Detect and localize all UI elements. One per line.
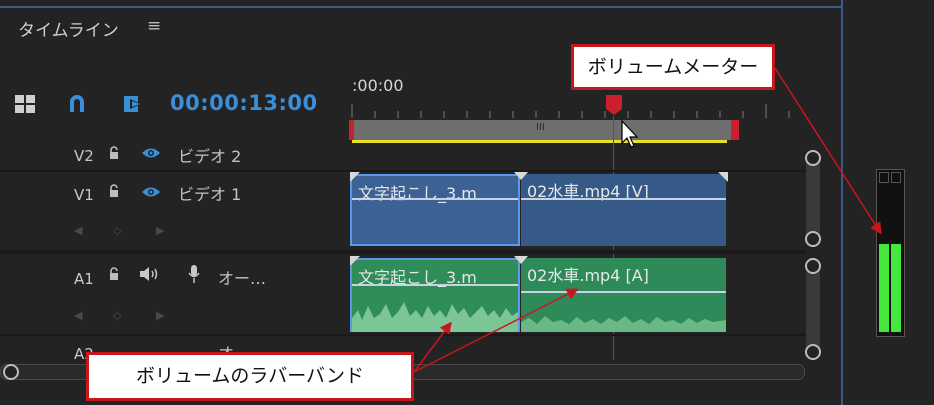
lock-icon[interactable] <box>108 184 120 198</box>
clip-start-marker-icon <box>350 256 360 266</box>
volume-rubber-band[interactable] <box>352 284 518 286</box>
panel-focus-border-right <box>841 0 843 405</box>
callout-rubber-band: ボリュームのラバーバンド <box>86 352 414 401</box>
panel-focus-border <box>0 6 843 8</box>
video-clip[interactable]: 文字起こし_3.m <box>350 174 520 246</box>
add-keyframe-icon[interactable]: ◇ <box>113 309 121 322</box>
insert-sequence-icon[interactable] <box>14 94 36 114</box>
eye-icon[interactable] <box>141 185 161 199</box>
eye-icon[interactable] <box>141 146 161 160</box>
video-clip[interactable]: 02水車.mp4 [V] <box>521 174 726 246</box>
meter-level-left <box>879 244 889 332</box>
audio-clip[interactable]: 02水車.mp4 [A] <box>521 258 726 332</box>
time-ruler[interactable] <box>348 96 808 118</box>
meter-level-right <box>891 244 901 332</box>
mouse-cursor-icon <box>621 119 639 148</box>
scroll-handle-top[interactable] <box>805 150 821 166</box>
linked-selection-icon[interactable] <box>122 93 144 115</box>
track-separator <box>0 170 806 172</box>
clip-title: 文字起こし_3.m <box>358 184 477 203</box>
clip-title: 02水車.mp4 [A] <box>527 266 649 285</box>
track-name-v2[interactable]: ビデオ 2 <box>178 143 241 167</box>
next-keyframe-icon[interactable]: ▶ <box>156 224 164 237</box>
track-id-v2[interactable]: V2 <box>74 147 94 165</box>
timecode-display[interactable]: 00:00:13:00 <box>170 91 318 115</box>
add-keyframe-icon[interactable]: ◇ <box>113 224 121 237</box>
audio-waveform <box>521 316 726 332</box>
meter-clip-indicator-right[interactable] <box>891 172 901 183</box>
track-name-a1[interactable]: オー… <box>218 265 266 289</box>
video-vertical-scrollbar[interactable] <box>805 150 821 247</box>
scroll-handle-bottom[interactable] <box>805 344 821 360</box>
audio-clip[interactable]: 文字起こし_3.m <box>350 258 520 332</box>
scroll-handle-left[interactable] <box>3 364 19 380</box>
scroll-handle-bottom[interactable] <box>805 231 821 247</box>
prev-keyframe-icon[interactable]: ◀ <box>74 224 82 237</box>
next-keyframe-icon[interactable]: ▶ <box>156 309 164 322</box>
ruler-time-label: :00:00 <box>352 76 404 95</box>
playhead-handle[interactable] <box>605 94 623 116</box>
scroll-handle-top[interactable] <box>805 258 821 274</box>
render-status-bar <box>352 140 727 143</box>
speaker-icon[interactable] <box>139 266 161 282</box>
work-area-grip-icon[interactable]: III <box>536 122 545 133</box>
clip-opacity-band[interactable] <box>521 198 726 200</box>
video-audio-divider <box>0 250 806 254</box>
transition-marker-icon <box>514 256 528 264</box>
track-id-v1[interactable]: V1 <box>74 186 94 204</box>
panel-title[interactable]: タイムライン <box>18 16 119 41</box>
track-separator <box>0 334 806 336</box>
microphone-icon[interactable] <box>187 264 201 284</box>
in-point-marker[interactable] <box>349 120 354 140</box>
clip-end-marker-icon <box>718 172 728 182</box>
lock-icon[interactable] <box>108 146 120 160</box>
out-point-marker[interactable] <box>731 120 739 140</box>
volume-rubber-band[interactable] <box>521 291 726 293</box>
audio-waveform <box>352 302 518 332</box>
snap-magnet-icon[interactable] <box>67 94 87 114</box>
meter-clip-indicator-left[interactable] <box>879 172 889 183</box>
track-name-v1[interactable]: ビデオ 1 <box>178 181 241 205</box>
track-id-a1[interactable]: A1 <box>74 270 94 288</box>
callout-volume-meter: ボリュームメーター <box>571 44 775 90</box>
prev-keyframe-icon[interactable]: ◀ <box>74 309 82 322</box>
clip-opacity-band[interactable] <box>352 198 518 200</box>
hamburger-menu-icon[interactable]: ≡ <box>147 16 161 36</box>
transition-marker-icon <box>514 172 528 180</box>
audio-vertical-scrollbar[interactable] <box>805 258 821 360</box>
lock-icon[interactable] <box>108 267 120 281</box>
clip-start-marker-icon <box>350 172 360 182</box>
